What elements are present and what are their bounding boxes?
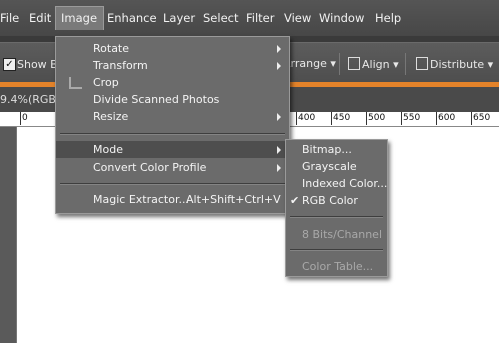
ruler-label: 600 [438, 113, 456, 123]
ruler-tick [471, 112, 472, 125]
menu-layer[interactable]: Layer [163, 11, 195, 25]
menu-item-magic-extractor[interactable]: Magic Extractor... Alt+Shift+Ctrl+V [56, 191, 289, 208]
submenu-arrow-icon [277, 45, 281, 53]
menu-item-label: Resize [93, 110, 129, 123]
submenu-arrow-icon [277, 164, 281, 172]
menu-separator [290, 249, 383, 251]
menu-help[interactable]: Help [375, 11, 401, 25]
ruler-label: 500 [368, 113, 386, 123]
submenu-item-label: RGB Color [302, 194, 358, 207]
ruler-label: 650 [473, 113, 491, 123]
menu-item-convert-color-profile[interactable]: Convert Color Profile [56, 159, 289, 176]
menu-file[interactable]: File [0, 11, 19, 25]
menu-edit[interactable]: Edit [29, 11, 51, 25]
menu-item-label: Divide Scanned Photos [93, 93, 220, 106]
submenu-arrow-icon [277, 62, 281, 70]
submenu-item-rgb-color[interactable]: ✔ RGB Color [286, 192, 387, 209]
menu-filter[interactable]: Filter [246, 11, 274, 25]
menu-image[interactable]: Image [55, 6, 105, 30]
crop-icon [69, 77, 82, 89]
menu-item-mode[interactable]: Mode [56, 141, 289, 158]
menu-item-label: Transform [93, 59, 148, 72]
submenu-arrow-icon [277, 146, 281, 154]
submenu-item-label: Bitmap... [302, 143, 352, 156]
distribute-icon [416, 57, 428, 70]
menu-item-shortcut: Alt+Shift+Ctrl+V [186, 193, 281, 206]
menu-separator [60, 133, 285, 135]
submenu-item-bitmap[interactable]: Bitmap... [286, 141, 387, 158]
submenu-item-8-bits-channel: 8 Bits/Channel [286, 226, 387, 243]
show-bounding-checkbox[interactable]: ✓ [3, 58, 16, 71]
submenu-arrow-icon [277, 113, 281, 121]
submenu-item-label: Grayscale [302, 160, 357, 173]
ruler-tick [296, 112, 297, 125]
distribute-label: Distribute [430, 58, 485, 71]
menu-enhance[interactable]: Enhance [107, 11, 157, 25]
menu-separator [60, 183, 285, 185]
submenu-item-indexed-color[interactable]: Indexed Color... [286, 175, 387, 192]
vertical-ruler [0, 127, 17, 343]
ruler-tick [366, 112, 367, 125]
ruler-tick [436, 112, 437, 125]
align-icon [348, 57, 360, 70]
arrange-dropdown[interactable]: Arrange ▾ [283, 57, 336, 70]
submenu-item-label: Color Table... [302, 260, 374, 273]
ruler-tick [401, 112, 402, 125]
submenu-item-grayscale[interactable]: Grayscale [286, 158, 387, 175]
align-label: Align [362, 58, 390, 71]
ruler-label: 450 [333, 113, 351, 123]
ruler-tick [331, 112, 332, 125]
ruler-tick [20, 112, 21, 125]
divider [405, 53, 406, 75]
menu-item-rotate[interactable]: Rotate [56, 40, 289, 57]
menu-bar: File Edit Image Enhance Layer Select Fil… [0, 0, 499, 36]
menu-item-label: Rotate [93, 42, 130, 55]
menu-view[interactable]: View [284, 11, 311, 25]
divider [339, 53, 340, 75]
mode-submenu: Bitmap... Grayscale Indexed Color... ✔ R… [285, 139, 388, 277]
ruler-label: 550 [403, 113, 421, 123]
menu-item-label: Convert Color Profile [93, 161, 207, 174]
checkmark-icon: ✔ [290, 194, 300, 207]
menu-item-label: Mode [93, 143, 123, 156]
menu-separator [290, 216, 383, 218]
menu-window[interactable]: Window [319, 11, 364, 25]
menu-select[interactable]: Select [203, 11, 238, 25]
submenu-item-label: 8 Bits/Channel [302, 228, 383, 241]
align-dropdown[interactable]: Align ▾ [348, 57, 399, 71]
menu-item-resize[interactable]: Resize [56, 108, 289, 125]
menu-item-label: Magic Extractor... [93, 193, 189, 206]
submenu-item-label: Indexed Color... [302, 177, 388, 190]
document-tab-label: 9.4%(RGB/ [0, 93, 60, 106]
distribute-dropdown[interactable]: Distribute ▾ [416, 57, 493, 71]
ruler-label: 400 [298, 113, 316, 123]
menu-item-label: Crop [93, 76, 119, 89]
menu-item-crop[interactable]: Crop [56, 74, 289, 91]
image-menu: Rotate Transform Crop Divide Scanned Pho… [55, 36, 290, 214]
ruler-label: 0 [22, 113, 28, 123]
menu-item-divide-scanned-photos[interactable]: Divide Scanned Photos [56, 91, 289, 108]
submenu-item-color-table: Color Table... [286, 258, 387, 275]
menu-item-transform[interactable]: Transform [56, 57, 289, 74]
